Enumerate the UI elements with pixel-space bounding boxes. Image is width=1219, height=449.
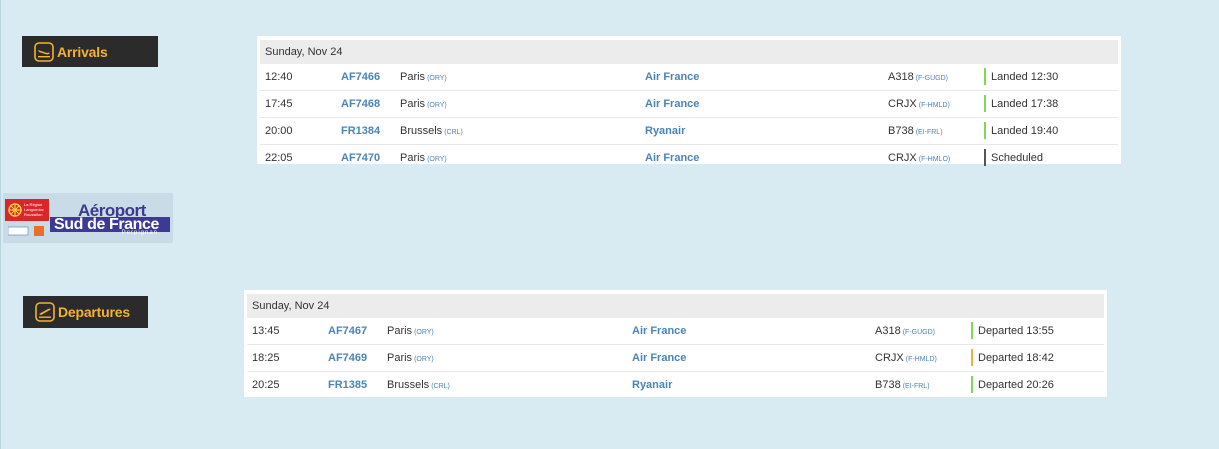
arrivals-date-header: Sunday, Nov 24 bbox=[260, 40, 1118, 64]
arrivals-button[interactable]: Arrivals bbox=[22, 36, 158, 67]
scheduled-time: 13:45 bbox=[252, 325, 280, 337]
departures-date-header: Sunday, Nov 24 bbox=[247, 294, 1104, 318]
arrivals-button-label: Arrivals bbox=[57, 43, 108, 60]
flight-row: 20:25 FR1385 Brussels (CRL) Ryanair B738 (EI-F… bbox=[247, 372, 1104, 398]
departures-button-label: Departures bbox=[58, 304, 130, 320]
airline-link[interactable]: Air France bbox=[645, 91, 699, 117]
arrivals-list: 12:40 AF7466 Paris (ORY) Air France A318 (F-GU… bbox=[260, 64, 1118, 171]
aircraft-type: A318 bbox=[888, 71, 914, 83]
flight-status: Departed 20:26 bbox=[971, 372, 1054, 398]
aircraft-registration-link[interactable]: (EI-FRL) bbox=[903, 383, 930, 390]
aircraft: B738 (EI-FRL) bbox=[888, 118, 943, 146]
flight-number-link[interactable]: FR1385 bbox=[328, 372, 367, 398]
city: Brussels (CRL) bbox=[387, 372, 450, 400]
aircraft: CRJX (F-HMLD) bbox=[888, 91, 950, 119]
aircraft-registration-link[interactable]: (F-HMLO) bbox=[919, 156, 951, 163]
flight-status: Departed 13:55 bbox=[971, 318, 1054, 344]
airport-code-link[interactable]: (ORY) bbox=[427, 75, 447, 82]
aircraft: B738 (EI-FRL) bbox=[875, 372, 930, 400]
flight-number-link[interactable]: AF7469 bbox=[328, 345, 367, 371]
flight-status: Scheduled bbox=[984, 145, 1043, 171]
city: Paris (ORY) bbox=[400, 64, 447, 92]
flight-number-link[interactable]: AF7467 bbox=[328, 318, 367, 344]
city-name: Paris bbox=[400, 98, 426, 110]
aircraft-type: A318 bbox=[875, 325, 901, 337]
flight-row: 20:00 FR1384 Brussels (CRL) Ryanair B738 (EI-F… bbox=[260, 118, 1118, 145]
flight-number-link[interactable]: AF7468 bbox=[341, 91, 380, 117]
airline-link[interactable]: Air France bbox=[632, 318, 686, 344]
airport-code-link[interactable]: (ORY) bbox=[427, 102, 447, 109]
airline-link[interactable]: Ryanair bbox=[645, 118, 685, 144]
departures-board: Sunday, Nov 24 13:45 AF7467 Paris (ORY) Air … bbox=[244, 290, 1107, 397]
flight-number-link[interactable]: FR1384 bbox=[341, 118, 380, 144]
plane-landing-icon bbox=[34, 41, 54, 62]
aircraft: CRJX (F-HMLD) bbox=[875, 345, 937, 373]
plane-takeoff-icon bbox=[35, 302, 55, 322]
scheduled-time: 17:45 bbox=[265, 98, 293, 110]
city-name: Paris bbox=[387, 325, 413, 337]
city-name: Brussels bbox=[400, 125, 443, 137]
airline-link[interactable]: Air France bbox=[645, 64, 699, 90]
city: Paris (ORY) bbox=[387, 345, 434, 373]
aircraft-type: B738 bbox=[875, 379, 901, 391]
flight-status: Landed 17:38 bbox=[984, 91, 1058, 117]
flight-row: 22:05 AF7470 Paris (ORY) Air France CRJX (F-HM… bbox=[260, 145, 1118, 171]
scheduled-time: 12:40 bbox=[265, 71, 293, 83]
aircraft-type: CRJX bbox=[875, 352, 904, 364]
airline-link[interactable]: Air France bbox=[632, 345, 686, 371]
aircraft: CRJX (F-HMLO) bbox=[888, 145, 950, 173]
city-name: Paris bbox=[400, 152, 426, 164]
arrivals-board: Sunday, Nov 24 12:40 AF7466 Paris (ORY) Air … bbox=[257, 36, 1121, 166]
airport-code-link[interactable]: (CRL) bbox=[444, 129, 463, 136]
aircraft-registration-link[interactable]: (F-HMLD) bbox=[919, 102, 950, 109]
flight-row: 13:45 AF7467 Paris (ORY) Air France A318 (F-GU… bbox=[247, 318, 1104, 345]
city: Paris (ORY) bbox=[400, 91, 447, 119]
aircraft-type: CRJX bbox=[888, 98, 917, 110]
city-name: Brussels bbox=[387, 379, 430, 391]
flight-row: 12:40 AF7466 Paris (ORY) Air France A318 (F-GU… bbox=[260, 64, 1118, 91]
departures-list: 13:45 AF7467 Paris (ORY) Air France A318 (F-GU… bbox=[247, 318, 1104, 398]
airport-logo: La Région Languedoc Roussillon Aéroport … bbox=[3, 193, 173, 243]
flight-status: Landed 12:30 bbox=[984, 64, 1058, 90]
scheduled-time: 20:25 bbox=[252, 379, 280, 391]
scheduled-time: 18:25 bbox=[252, 352, 280, 364]
region-flag-text: La Région Languedoc Roussillon bbox=[24, 202, 44, 217]
flight-number-link[interactable]: AF7470 bbox=[341, 145, 380, 171]
city: Paris (ORY) bbox=[387, 318, 434, 346]
flight-row: 18:25 AF7469 Paris (ORY) Air France CRJX (F-HM… bbox=[247, 345, 1104, 372]
airline-link[interactable]: Air France bbox=[645, 145, 699, 171]
aircraft-registration-link[interactable]: (F-GUGD) bbox=[916, 75, 948, 82]
airport-code-link[interactable]: (ORY) bbox=[414, 329, 434, 336]
airport-code-link[interactable]: (ORY) bbox=[427, 156, 447, 163]
city: Brussels (CRL) bbox=[400, 118, 463, 146]
airline-link[interactable]: Ryanair bbox=[632, 372, 672, 398]
city-name: Paris bbox=[387, 352, 413, 364]
airport-logo-title: Aéroport Sud de France Perpignan bbox=[50, 201, 170, 239]
partner-logos bbox=[7, 225, 48, 237]
page-edge-divider bbox=[0, 0, 1, 449]
airport-code-link[interactable]: (CRL) bbox=[431, 383, 450, 390]
region-flag-logo: La Région Languedoc Roussillon bbox=[5, 199, 49, 221]
city: Paris (ORY) bbox=[400, 145, 447, 173]
logo-line-3: Perpignan bbox=[121, 230, 158, 236]
scheduled-time: 20:00 bbox=[265, 125, 293, 137]
city-name: Paris bbox=[400, 71, 426, 83]
aircraft-registration-link[interactable]: (EI-FRL) bbox=[916, 129, 943, 136]
aircraft-type: CRJX bbox=[888, 152, 917, 164]
aircraft: A318 (F-GUGD) bbox=[888, 64, 948, 92]
flight-status: Departed 18:42 bbox=[971, 345, 1054, 371]
aircraft-type: B738 bbox=[888, 125, 914, 137]
airport-code-link[interactable]: (ORY) bbox=[414, 356, 434, 363]
aircraft-registration-link[interactable]: (F-GUGD) bbox=[903, 329, 935, 336]
flight-status: Landed 19:40 bbox=[984, 118, 1058, 144]
flight-number-link[interactable]: AF7466 bbox=[341, 64, 380, 90]
aircraft: A318 (F-GUGD) bbox=[875, 318, 935, 346]
aircraft-registration-link[interactable]: (F-HMLD) bbox=[906, 356, 937, 363]
departures-button[interactable]: Departures bbox=[23, 296, 148, 328]
flight-row: 17:45 AF7468 Paris (ORY) Air France CRJX (F-HM… bbox=[260, 91, 1118, 118]
scheduled-time: 22:05 bbox=[265, 152, 293, 164]
